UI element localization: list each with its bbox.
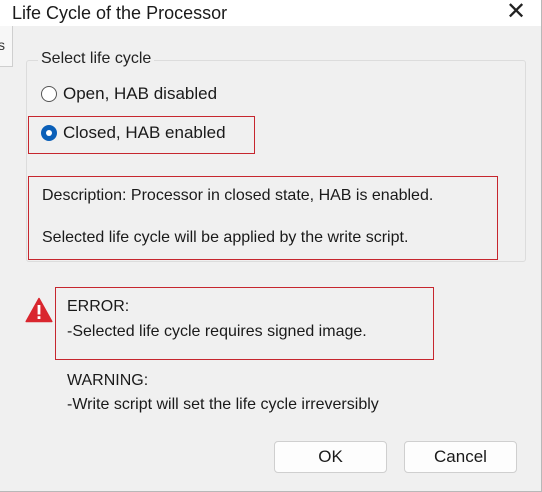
apply-note-text: Selected life cycle will be applied by t… xyxy=(42,229,409,246)
title-bar: Life Cycle of the Processor ✕ xyxy=(0,0,541,26)
background-window-text: s xyxy=(0,37,5,53)
close-button[interactable]: ✕ xyxy=(501,0,531,25)
background-window-fragment: s xyxy=(0,26,13,67)
groupbox-legend: Select life cycle xyxy=(38,50,155,68)
warning-triangle-icon xyxy=(25,297,53,323)
warning-message: -Write script will set the life cycle ir… xyxy=(67,396,379,413)
radio-closed-hab-enabled[interactable]: Closed, HAB enabled xyxy=(41,123,226,143)
warning-title: WARNING: xyxy=(67,372,149,389)
radio-checked-icon xyxy=(41,125,57,141)
error-title: ERROR: xyxy=(67,298,130,315)
life-cycle-dialog: Life Cycle of the Processor ✕ s Select l… xyxy=(0,0,542,492)
radio-unchecked-icon xyxy=(41,86,57,102)
window-title: Life Cycle of the Processor xyxy=(12,3,228,23)
error-message: -Selected life cycle requires signed ima… xyxy=(67,323,367,340)
radio-label-closed: Closed, HAB enabled xyxy=(63,123,226,142)
radio-label-open: Open, HAB disabled xyxy=(63,84,218,103)
cancel-button[interactable]: Cancel xyxy=(404,441,517,473)
ok-button[interactable]: OK xyxy=(274,441,387,473)
description-text: Description: Processor in closed state, … xyxy=(42,187,434,204)
radio-open-hab-disabled[interactable]: Open, HAB disabled xyxy=(41,84,217,104)
